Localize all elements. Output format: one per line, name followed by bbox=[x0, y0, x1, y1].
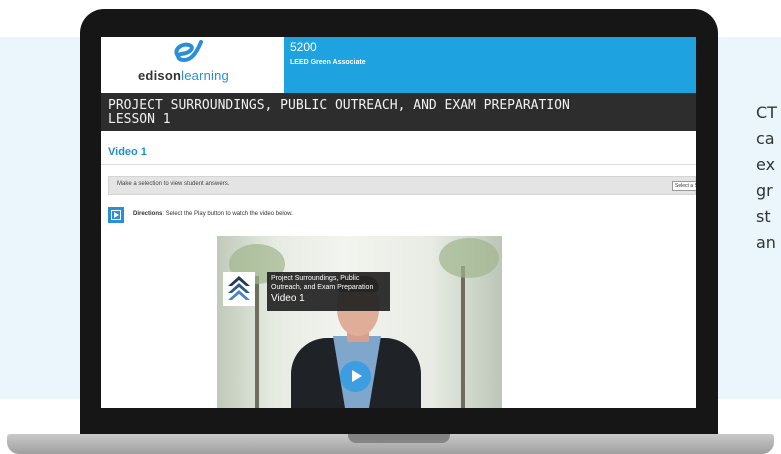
background-tree bbox=[255, 276, 259, 408]
stacked-chevron-icon bbox=[228, 276, 250, 300]
video-title-line: Project Surroundings, Public bbox=[271, 275, 360, 282]
side-description-text: CT ca ex gr st an bbox=[756, 100, 781, 256]
background-foliage bbox=[439, 238, 499, 278]
video-number: Video 1 bbox=[271, 293, 305, 304]
laptop-screen: edisonlearning· 5200 LEED Green Associat… bbox=[101, 37, 696, 408]
side-text-line: ex bbox=[756, 155, 776, 174]
lesson-number: LESSON 1 bbox=[108, 112, 171, 127]
logo-text-bold: edison bbox=[138, 68, 182, 83]
lesson-title: PROJECT SURROUNDINGS, PUBLIC OUTREACH, A… bbox=[108, 98, 570, 113]
video-title-overlay: Project Surroundings, Public Outreach, a… bbox=[267, 272, 390, 311]
logo[interactable]: edisonlearning· bbox=[101, 37, 284, 93]
app-header: edisonlearning· 5200 LEED Green Associat… bbox=[101, 37, 696, 93]
play-button[interactable] bbox=[340, 361, 371, 392]
edison-logo-icon bbox=[174, 40, 203, 63]
video-directions-icon bbox=[108, 207, 124, 223]
side-text-line: gr bbox=[756, 181, 773, 200]
side-text-line: st bbox=[756, 207, 771, 226]
selection-instruction: Make a selection to view student answers… bbox=[117, 181, 230, 187]
section-heading: Video 1 bbox=[108, 146, 147, 158]
play-icon bbox=[352, 370, 362, 382]
directions-body: : Select the Play button to watch the vi… bbox=[162, 211, 293, 217]
directions-label: Directions bbox=[133, 211, 163, 217]
logo-trademark: · bbox=[228, 70, 232, 77]
student-selection-bar: Make a selection to view student answers… bbox=[108, 176, 696, 195]
course-name: LEED Green Associate bbox=[290, 59, 366, 66]
lesson-title-bar: PROJECT SURROUNDINGS, PUBLIC OUTREACH, A… bbox=[101, 93, 696, 131]
course-banner: 5200 LEED Green Associate bbox=[284, 37, 696, 93]
divider bbox=[101, 164, 696, 165]
side-text-line: CT bbox=[756, 103, 777, 122]
course-logo bbox=[223, 272, 255, 306]
student-select-dropdown[interactable]: Select a Stude bbox=[672, 181, 696, 191]
logo-text: edisonlearning· bbox=[138, 68, 231, 83]
video-title-line: Outreach, and Exam Preparation bbox=[271, 284, 374, 291]
background-tree bbox=[461, 266, 465, 408]
side-text-line: an bbox=[756, 233, 776, 252]
laptop-notch bbox=[348, 434, 450, 443]
video-player[interactable]: Project Surroundings, Public Outreach, a… bbox=[217, 236, 502, 408]
side-text-line: ca bbox=[756, 129, 775, 148]
course-number: 5200 bbox=[290, 40, 317, 54]
directions-text: Directions: Select the Play button to wa… bbox=[133, 211, 293, 217]
logo-text-light: learning bbox=[181, 68, 229, 83]
